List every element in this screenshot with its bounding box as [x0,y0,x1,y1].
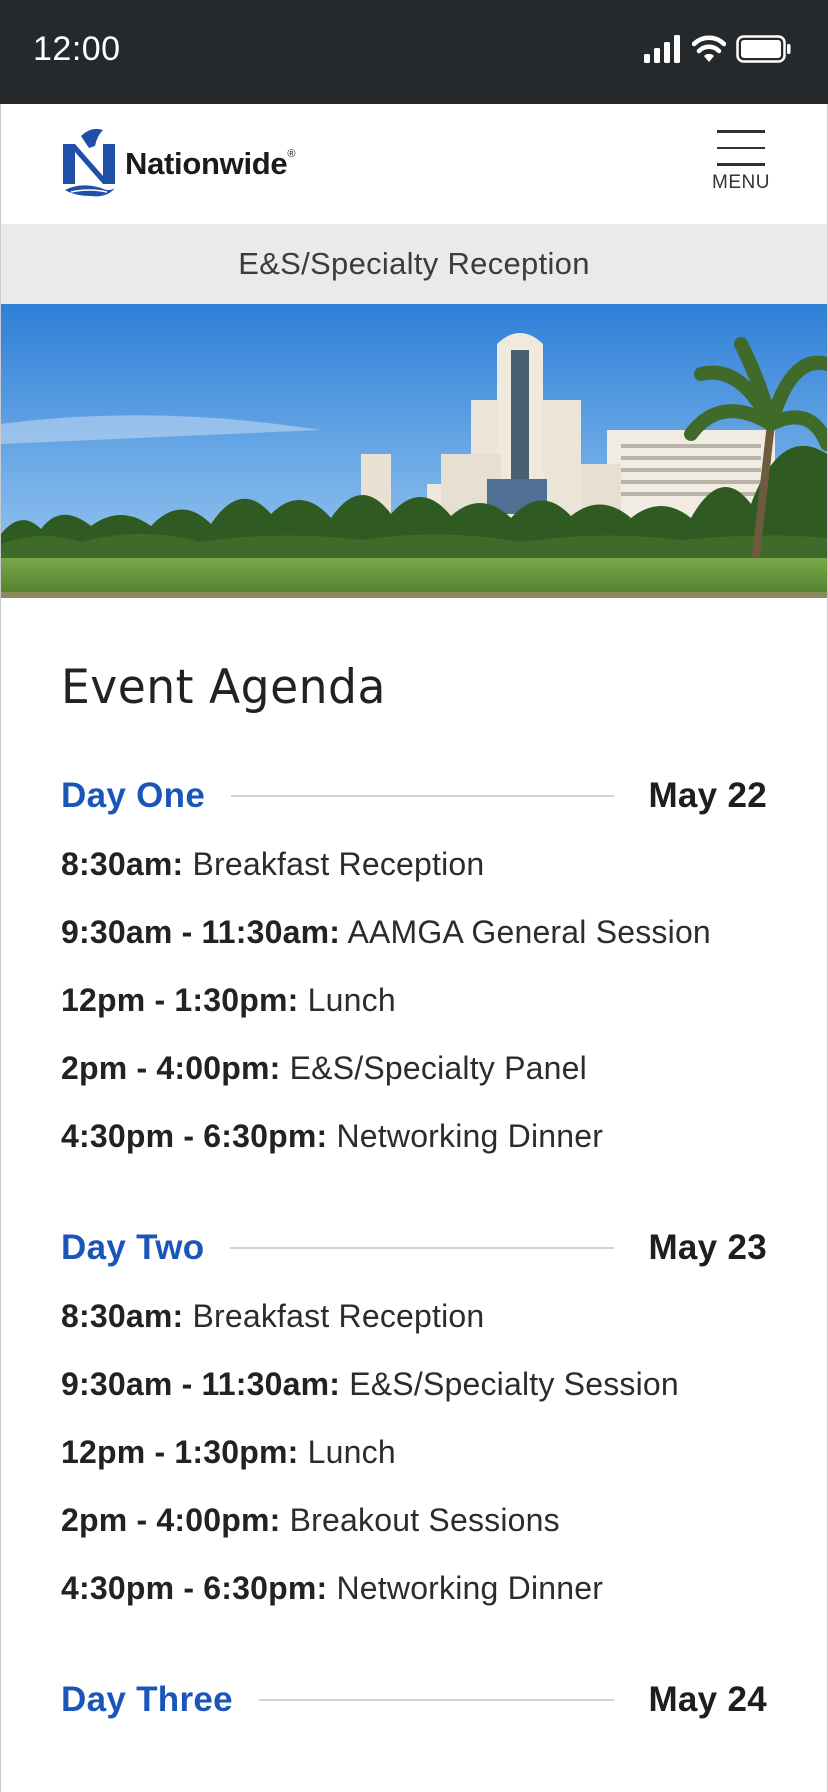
agenda-item: 2pm - 4:00pm: E&S/Specialty Panel [61,1050,587,1086]
agenda-item: 9:30am - 11:30am: AAMGA General Session [61,914,711,950]
day-block-three: Day Three May 24 [61,1675,767,1725]
menu-label: MENU [712,171,770,193]
agenda-item: 4:30pm - 6:30pm: Networking Dinner [61,1570,604,1606]
battery-icon [736,35,791,63]
agenda-content: Event Agenda Day One May 22 8:30am: Brea… [1,660,827,1725]
divider [231,795,615,797]
wifi-icon [692,35,726,62]
menu-button[interactable]: MENU [711,130,771,204]
eagle-logo-icon [61,128,117,197]
page-title: Event Agenda [61,660,386,715]
day-date: May 23 [648,1228,767,1267]
day-name: Day One [61,776,206,815]
agenda-item: 12pm - 1:30pm: Lunch [61,1434,396,1470]
agenda-item: 8:30am: Breakfast Reception [61,1298,485,1334]
day-header: Day Three May 24 [61,1675,767,1725]
event-subtitle: E&S/Specialty Reception [238,246,590,281]
day-block-two: Day Two May 23 8:30am: Breakfast Recepti… [61,1223,767,1613]
hamburger-icon [717,130,765,176]
day-date: May 24 [648,1680,767,1719]
status-time: 12:00 [33,30,121,68]
agenda-item: 12pm - 1:30pm: Lunch [61,982,396,1018]
divider [230,1247,615,1249]
status-bar: 12:00 [0,0,828,104]
day-header: Day One May 22 [61,771,767,821]
nationwide-logo[interactable]: Nationwide® [61,126,295,202]
logo-wordmark: Nationwide® [125,146,296,181]
agenda-item: 2pm - 4:00pm: Breakout Sessions [61,1502,560,1538]
agenda-item: 9:30am - 11:30am: E&S/Specialty Session [61,1366,679,1402]
day-block-one: Day One May 22 8:30am: Breakfast Recepti… [61,771,767,1161]
site-header: Nationwide® MENU [1,104,827,224]
agenda-item: 4:30pm - 6:30pm: Networking Dinner [61,1118,604,1154]
day-name: Day Three [61,1680,233,1719]
divider [258,1699,615,1701]
day-date: May 22 [648,776,767,815]
signal-icon [644,35,680,63]
event-subtitle-bar: E&S/Specialty Reception [1,224,827,304]
day-header: Day Two May 23 [61,1223,767,1273]
app-frame: Nationwide® MENU E&S/Specialty Reception [0,104,828,1792]
hero-image [1,304,827,598]
day-name: Day Two [61,1228,205,1267]
agenda-item: 8:30am: Breakfast Reception [61,846,485,882]
status-icons [644,34,792,64]
